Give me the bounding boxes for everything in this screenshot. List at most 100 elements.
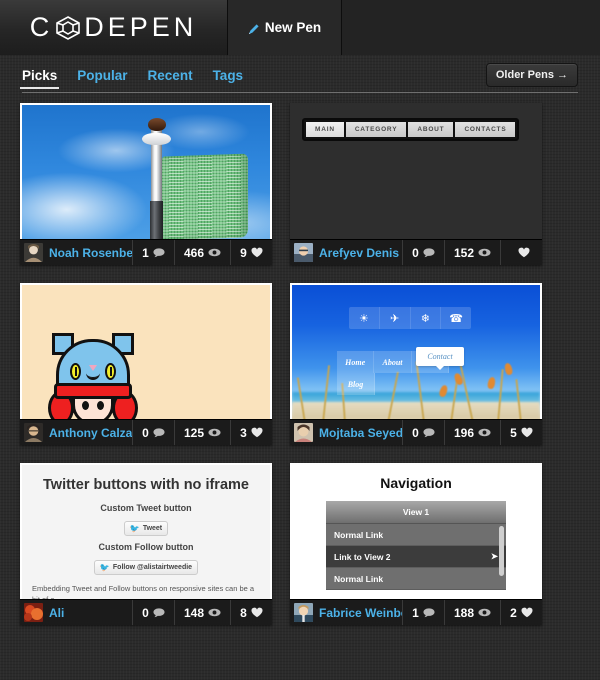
view-count: 125 — [184, 426, 204, 440]
eye-icon — [478, 248, 491, 257]
follow-button[interactable]: 🐦 Follow @alistairtweedie — [94, 560, 198, 575]
logo-text-a: C — [30, 12, 54, 43]
airplane-icon[interactable]: ✈ — [380, 307, 411, 329]
pen-author[interactable]: Anthony Calzadil — [20, 420, 132, 445]
navigation-item-label: Normal Link — [334, 530, 383, 540]
pen-preview-beach-glass-nav[interactable]: ☀ ✈ ❄ ☎ Home About Blog Contact — [290, 283, 542, 419]
heart-count: 5 — [510, 426, 517, 440]
navigation-item-normal-2[interactable]: Normal Link — [326, 568, 506, 590]
heart-stat[interactable] — [500, 240, 542, 265]
comment-stat[interactable]: 0 — [132, 600, 174, 625]
pen-preview-twitter-buttons[interactable]: Twitter buttons with no iframe Custom Tw… — [20, 463, 272, 599]
eye-icon — [208, 608, 221, 617]
view-count: 188 — [454, 606, 474, 620]
red-hair-band — [54, 383, 132, 399]
avatar — [24, 243, 43, 262]
comment-stat[interactable]: 0 — [402, 240, 444, 265]
face-eye-right — [97, 401, 104, 410]
cat-eye-right — [105, 363, 116, 380]
pen-preview-cat-character[interactable] — [20, 283, 272, 419]
contact-tooltip: Contact — [416, 347, 464, 366]
heart-stat[interactable]: 9 — [230, 240, 272, 265]
tweet-button-label: Tweet — [143, 525, 162, 532]
new-pen-button[interactable]: New Pen — [228, 0, 342, 55]
tweet-button[interactable]: 🐦 Tweet — [124, 521, 168, 536]
comment-stat[interactable]: 1 — [402, 600, 444, 625]
navigation-item-link-to-view-2[interactable]: Link to View 2 ➤ — [326, 546, 506, 568]
glass-menu-row: Blog — [337, 373, 449, 395]
author-name: Fabrice Weinberg — [319, 606, 402, 620]
menu-item-category[interactable]: CATEGORY — [346, 122, 407, 137]
snowflake-icon[interactable]: ❄ — [411, 307, 442, 329]
pen-author[interactable]: Fabrice Weinberg — [290, 600, 402, 625]
tab-popular[interactable]: Popular — [77, 68, 127, 88]
pen-preview-navigation-demo[interactable]: Navigation View 1 Normal Link Link to Vi… — [290, 463, 542, 599]
navigation-view-header: View 1 — [326, 501, 506, 524]
pen-preview-photo-pole-sky[interactable] — [20, 103, 272, 239]
follow-button-label: Follow @alistairtweedie — [113, 564, 192, 571]
comment-count: 0 — [412, 426, 419, 440]
comment-icon — [423, 428, 435, 438]
twitter-bird-icon: 🐦 — [130, 524, 140, 533]
logo-text-b: DEPEN — [84, 12, 197, 43]
comment-count: 1 — [412, 606, 419, 620]
pen-author[interactable]: Noah Rosenberg — [20, 240, 132, 265]
pencil-icon — [248, 22, 260, 34]
view-stat[interactable]: 148 — [174, 600, 230, 625]
navigation-item-normal-1[interactable]: Normal Link — [326, 524, 506, 546]
tab-recent[interactable]: Recent — [148, 68, 193, 88]
heart-count: 2 — [510, 606, 517, 620]
new-pen-label: New Pen — [265, 20, 321, 35]
comment-stat[interactable]: 0 — [402, 420, 444, 445]
pole-collar — [142, 133, 171, 145]
view-stat[interactable]: 125 — [174, 420, 230, 445]
pen-card: Noah Rosenberg 1 466 9 — [20, 103, 272, 265]
glass-item-home[interactable]: Home — [337, 351, 374, 373]
heart-count: 3 — [240, 426, 247, 440]
view-stat[interactable]: 152 — [444, 240, 500, 265]
menu-item-contacts[interactable]: CONTACTS — [455, 122, 515, 137]
section-nav: Picks Popular Recent Tags Older Pens → — [0, 55, 600, 93]
tab-tags[interactable]: Tags — [213, 68, 244, 88]
heart-icon — [251, 607, 263, 618]
navigation-item-label: Link to View 2 — [334, 552, 391, 562]
logo-wordmark: C DEPEN — [30, 12, 198, 43]
heart-stat[interactable]: 2 — [500, 600, 542, 625]
sun-icon[interactable]: ☀ — [349, 307, 380, 329]
view-stat[interactable]: 196 — [444, 420, 500, 445]
pen-author[interactable]: Arefyev Denis — [290, 240, 402, 265]
heart-stat[interactable]: 3 — [230, 420, 272, 445]
heart-icon — [521, 607, 533, 618]
telephone-icon[interactable]: ☎ — [441, 307, 471, 329]
view-stat[interactable]: 188 — [444, 600, 500, 625]
pen-statbar: Anthony Calzadil 0 125 3 — [20, 419, 272, 445]
pen-author[interactable]: Mojtaba Seyedi — [290, 420, 402, 445]
comment-icon — [153, 608, 165, 618]
top-bar-spacer — [342, 0, 600, 55]
site-logo[interactable]: C DEPEN — [0, 0, 228, 55]
tab-picks[interactable]: Picks — [22, 68, 57, 88]
heart-stat[interactable]: 8 — [230, 600, 272, 625]
menu-item-about[interactable]: ABOUT — [408, 122, 453, 137]
older-pens-button[interactable]: Older Pens → — [486, 63, 578, 87]
heart-stat[interactable]: 5 — [500, 420, 542, 445]
eye-icon — [208, 248, 221, 257]
cube-icon — [55, 15, 81, 41]
twitter-article: Twitter buttons with no iframe Custom Tw… — [22, 465, 270, 599]
glass-item-blog[interactable]: Blog — [337, 373, 375, 395]
eye-icon — [478, 608, 491, 617]
comment-count: 1 — [142, 246, 149, 260]
menu-item-main[interactable]: MAIN — [306, 122, 344, 137]
avatar — [294, 243, 313, 262]
view-stat[interactable]: 466 — [174, 240, 230, 265]
avatar — [294, 423, 313, 442]
pen-preview-dark-menu[interactable]: MAIN CATEGORY ABOUT CONTACTS — [290, 103, 542, 239]
pen-author[interactable]: Ali — [20, 600, 132, 625]
navigation-demo-title: Navigation — [292, 475, 540, 491]
comment-stat[interactable]: 0 — [132, 420, 174, 445]
glass-item-about[interactable]: About — [374, 351, 411, 373]
twitter-article-paragraph: Embedding Tweet and Follow buttons on re… — [30, 584, 262, 599]
custom-follow-heading: Custom Follow button — [30, 542, 262, 552]
comment-stat[interactable]: 1 — [132, 240, 174, 265]
navigation-scrollbar[interactable] — [499, 526, 504, 576]
